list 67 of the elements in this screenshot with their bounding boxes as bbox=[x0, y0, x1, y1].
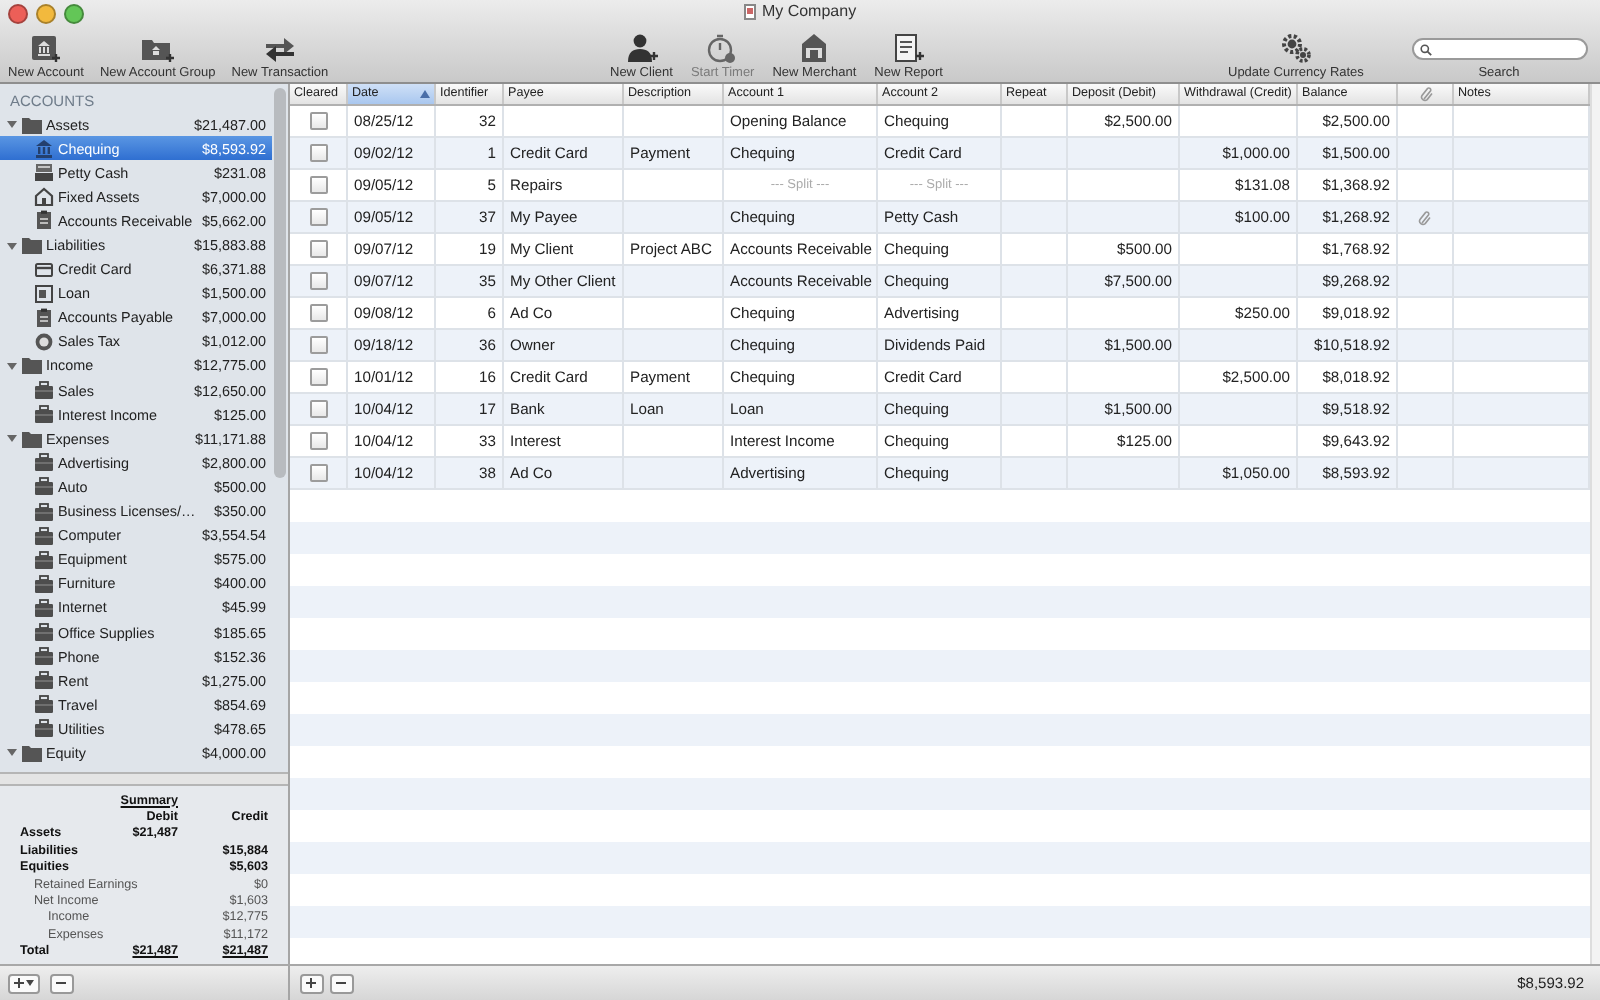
search-field[interactable] bbox=[1411, 38, 1587, 60]
cleared-checkbox[interactable] bbox=[309, 304, 327, 322]
seal-icon bbox=[34, 331, 54, 352]
briefcase-icon bbox=[34, 501, 54, 522]
minus-icon bbox=[336, 978, 346, 988]
cleared-checkbox[interactable] bbox=[309, 336, 327, 354]
minus-icon bbox=[56, 978, 66, 988]
remove-button[interactable] bbox=[330, 973, 354, 993]
bank-icon bbox=[34, 138, 54, 159]
add-button[interactable] bbox=[300, 973, 324, 993]
remove-button[interactable] bbox=[50, 973, 74, 993]
cleared-checkbox[interactable] bbox=[309, 368, 327, 386]
folder-icon bbox=[22, 356, 42, 375]
briefcase-icon bbox=[34, 646, 54, 667]
register-icon bbox=[34, 162, 54, 183]
bank-icon bbox=[27, 32, 64, 64]
folder-icon bbox=[22, 743, 42, 762]
briefcase-icon bbox=[34, 718, 54, 739]
card-icon bbox=[34, 259, 54, 280]
close-button[interactable] bbox=[8, 3, 28, 23]
plus-icon bbox=[306, 978, 316, 988]
document-icon bbox=[34, 283, 54, 304]
folder-icon bbox=[22, 236, 42, 255]
search-icon bbox=[1419, 43, 1431, 55]
briefcase-icon bbox=[34, 573, 54, 594]
sort-arrow-icon bbox=[420, 90, 430, 98]
cleared-checkbox[interactable] bbox=[309, 464, 327, 482]
expanded-triangle-icon[interactable] bbox=[6, 432, 18, 445]
clipboard-icon bbox=[34, 307, 54, 328]
cleared-checkbox[interactable] bbox=[309, 272, 327, 290]
caret-icon bbox=[26, 980, 34, 986]
cleared-checkbox[interactable] bbox=[309, 432, 327, 450]
expanded-triangle-icon[interactable] bbox=[6, 359, 18, 372]
briefcase-icon bbox=[34, 622, 54, 643]
cleared-checkbox[interactable] bbox=[309, 240, 327, 258]
cleared-checkbox[interactable] bbox=[309, 144, 327, 162]
zoom-button[interactable] bbox=[64, 3, 84, 23]
house-icon bbox=[34, 186, 54, 207]
cleared-checkbox[interactable] bbox=[309, 400, 327, 418]
report-icon bbox=[890, 32, 927, 64]
arrows-icon bbox=[261, 32, 298, 64]
cleared-checkbox[interactable] bbox=[309, 112, 327, 130]
scrollbar-thumb[interactable] bbox=[274, 88, 286, 478]
briefcase-icon bbox=[34, 476, 54, 497]
add-menu-button[interactable] bbox=[8, 973, 40, 993]
clipboard-icon bbox=[34, 210, 54, 231]
briefcase-icon bbox=[34, 380, 54, 401]
minimize-button[interactable] bbox=[36, 3, 56, 23]
plus-icon bbox=[14, 978, 24, 988]
briefcase-icon bbox=[34, 452, 54, 473]
person-icon bbox=[623, 32, 660, 64]
stopwatch-icon bbox=[704, 32, 741, 64]
briefcase-icon bbox=[34, 549, 54, 570]
briefcase-icon bbox=[34, 525, 54, 546]
briefcase-icon bbox=[34, 597, 54, 618]
expanded-triangle-icon[interactable] bbox=[6, 239, 18, 252]
briefcase-icon bbox=[34, 694, 54, 715]
expanded-triangle-icon[interactable] bbox=[6, 746, 18, 759]
briefcase-icon bbox=[34, 404, 54, 425]
split-handle[interactable] bbox=[0, 772, 288, 786]
cleared-checkbox[interactable] bbox=[309, 208, 327, 226]
cleared-checkbox[interactable] bbox=[309, 176, 327, 194]
briefcase-icon bbox=[34, 670, 54, 691]
expanded-triangle-icon[interactable] bbox=[6, 118, 18, 131]
window-title: My Company bbox=[761, 2, 857, 20]
folder-icon bbox=[22, 429, 42, 448]
gears-icon bbox=[1277, 32, 1314, 64]
